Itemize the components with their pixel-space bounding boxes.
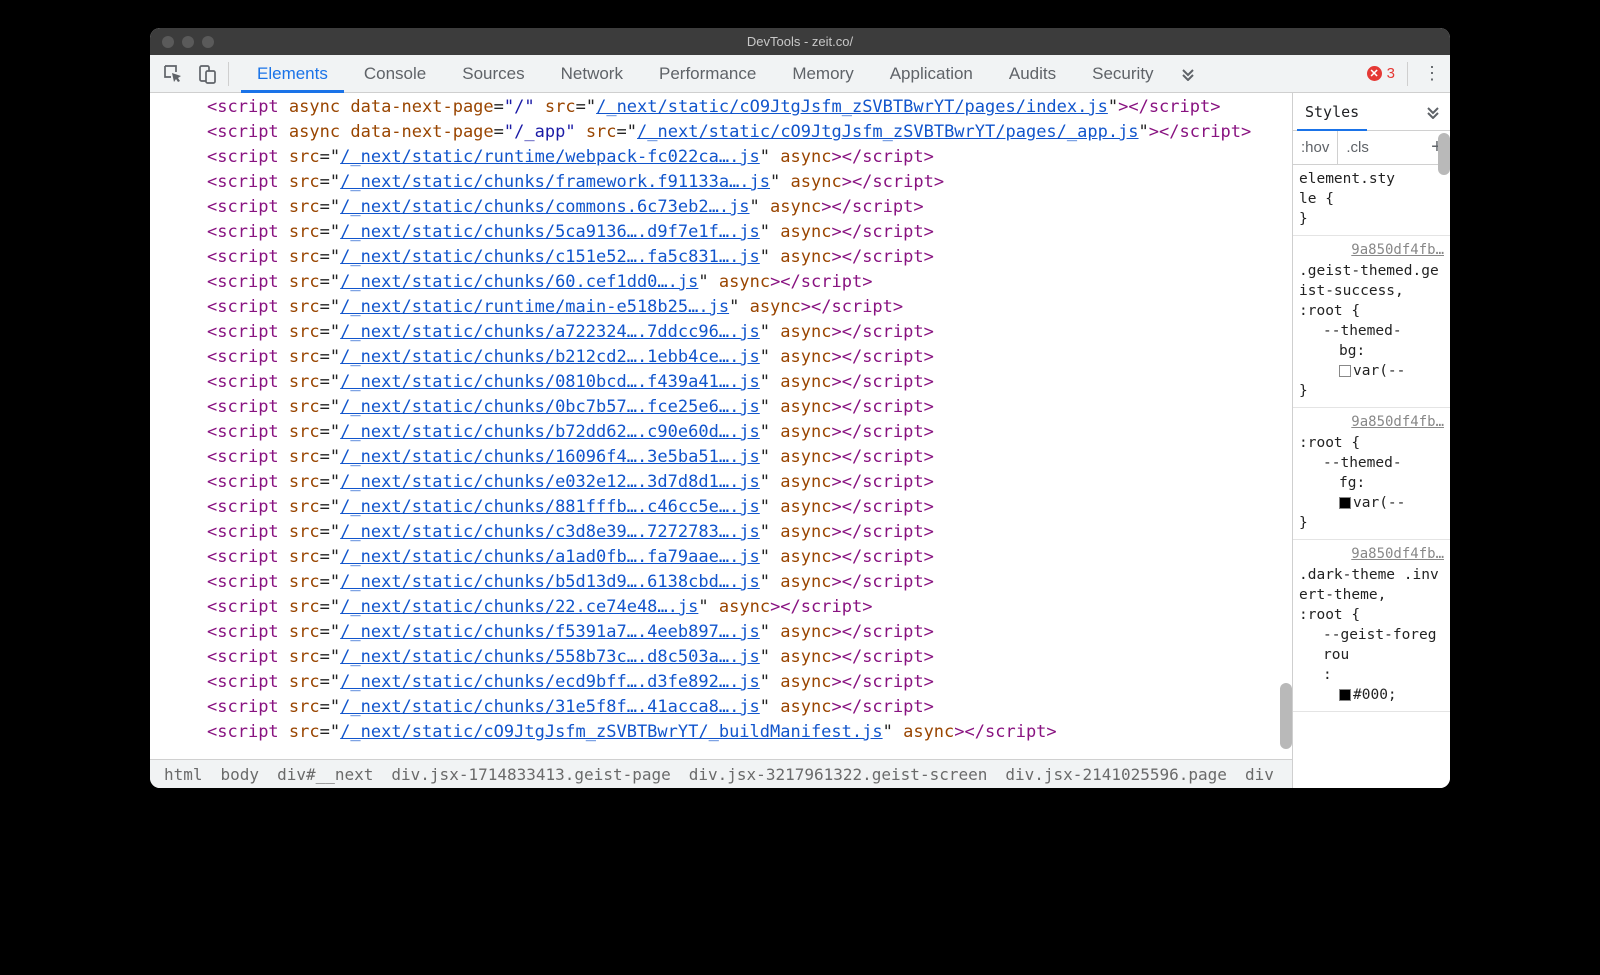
dom-node[interactable]: <script src="/_next/static/chunks/0810bc…: [152, 370, 1292, 395]
dom-node[interactable]: <script src="/_next/static/chunks/a72232…: [152, 320, 1292, 345]
dom-node[interactable]: <script src="/_next/static/chunks/b72dd6…: [152, 420, 1292, 445]
dom-node[interactable]: <script src="/_next/static/chunks/22.ce7…: [152, 595, 1292, 620]
dom-node[interactable]: <script src="/_next/static/runtime/main-…: [152, 295, 1292, 320]
styles-panel: Styles :hov .cls + element.style {}9a850…: [1292, 93, 1450, 788]
dom-breadcrumbs[interactable]: html body div#__next div.jsx-1714833413.gei…: [150, 759, 1292, 788]
tab-audits[interactable]: Audits: [991, 55, 1074, 92]
styles-tab[interactable]: Styles: [1293, 93, 1371, 130]
hover-toggle[interactable]: :hov: [1293, 131, 1338, 164]
dom-node[interactable]: <script src="/_next/static/chunks/ecd9bf…: [152, 670, 1292, 695]
device-toggle-icon[interactable]: [190, 55, 224, 92]
more-tabs-icon[interactable]: [1172, 55, 1204, 92]
close-dot[interactable]: [162, 36, 174, 48]
rule-source[interactable]: 9a850df4fb…: [1299, 240, 1444, 260]
panel-tabs: ElementsConsoleSourcesNetworkPerformance…: [239, 55, 1172, 92]
dom-node[interactable]: <script src="/_next/static/chunks/b212cd…: [152, 345, 1292, 370]
tab-application[interactable]: Application: [872, 55, 991, 92]
tab-network[interactable]: Network: [543, 55, 641, 92]
window-title: DevTools - zeit.co/: [150, 34, 1450, 49]
dom-node[interactable]: <script src="/_next/static/chunks/60.cef…: [152, 270, 1292, 295]
error-count: 3: [1387, 65, 1395, 82]
error-badge[interactable]: ✕ 3: [1367, 65, 1395, 82]
dom-node[interactable]: <script src="/_next/static/chunks/c3d8e3…: [152, 520, 1292, 545]
tab-memory[interactable]: Memory: [774, 55, 871, 92]
dom-node[interactable]: <script src="/_next/static/chunks/a1ad0f…: [152, 545, 1292, 570]
error-icon: ✕: [1367, 66, 1382, 81]
dom-node[interactable]: <script src="/_next/static/chunks/0bc7b5…: [152, 395, 1292, 420]
style-rule[interactable]: element.style {}: [1293, 165, 1450, 236]
dom-node[interactable]: <script src="/_next/static/chunks/e032e1…: [152, 470, 1292, 495]
styles-scrollbar[interactable]: [1438, 133, 1450, 175]
tab-sources[interactable]: Sources: [444, 55, 542, 92]
style-rule[interactable]: 9a850df4fb….dark-theme .invert-theme, :r…: [1293, 540, 1450, 712]
tab-performance[interactable]: Performance: [641, 55, 774, 92]
dom-node[interactable]: <script src="/_next/static/chunks/c151e5…: [152, 245, 1292, 270]
minimize-dot[interactable]: [182, 36, 194, 48]
window-controls: [150, 36, 214, 48]
tab-elements[interactable]: Elements: [239, 55, 346, 92]
breadcrumb-segment[interactable]: div.jsx-2141025596.page: [1005, 765, 1227, 784]
inspect-icon[interactable]: [156, 55, 190, 92]
dom-node[interactable]: <script src="/_next/static/cO9JtgJsfm_zS…: [152, 720, 1292, 745]
dom-node[interactable]: <script src="/_next/static/chunks/common…: [152, 195, 1292, 220]
dom-node[interactable]: <script src="/_next/static/chunks/16096f…: [152, 445, 1292, 470]
style-rules[interactable]: element.style {}9a850df4fb….geist-themed…: [1293, 165, 1450, 788]
rule-source[interactable]: 9a850df4fb…: [1299, 412, 1444, 432]
dom-node[interactable]: <script async data-next-page="/" src="/_…: [152, 95, 1292, 120]
elements-source[interactable]: <script async data-next-page="/" src="/_…: [150, 93, 1292, 759]
dom-node[interactable]: <script src="/_next/static/chunks/b5d13d…: [152, 570, 1292, 595]
breadcrumb-segment[interactable]: div.jsx-3217961322.geist-screen: [689, 765, 988, 784]
style-rule[interactable]: 9a850df4fb….geist-themed.geist-success, …: [1293, 236, 1450, 408]
cls-toggle[interactable]: .cls: [1338, 131, 1377, 164]
dom-node[interactable]: <script async data-next-page="/_app" src…: [152, 120, 1292, 145]
dom-node[interactable]: <script src="/_next/static/chunks/5ca913…: [152, 220, 1292, 245]
styles-filter-row: :hov .cls +: [1293, 131, 1450, 165]
dom-node[interactable]: <script src="/_next/static/chunks/558b73…: [152, 645, 1292, 670]
breadcrumb-segment[interactable]: div#__next: [277, 765, 373, 784]
menu-icon[interactable]: ⋮: [1420, 63, 1444, 84]
zoom-dot[interactable]: [202, 36, 214, 48]
breadcrumb-segment[interactable]: div: [1245, 765, 1274, 784]
tab-console[interactable]: Console: [346, 55, 444, 92]
dom-node[interactable]: <script src="/_next/static/runtime/webpa…: [152, 145, 1292, 170]
breadcrumb-segment[interactable]: div.jsx-1714833413.geist-page: [391, 765, 670, 784]
dom-node[interactable]: <script src="/_next/static/chunks/framew…: [152, 170, 1292, 195]
tab-security[interactable]: Security: [1074, 55, 1171, 92]
devtools-window: DevTools - zeit.co/ ElementsConsoleSourc…: [150, 28, 1450, 788]
dom-node[interactable]: <script src="/_next/static/chunks/881fff…: [152, 495, 1292, 520]
source-scrollbar[interactable]: [1280, 683, 1292, 749]
titlebar: DevTools - zeit.co/: [150, 28, 1450, 55]
breadcrumb-segment[interactable]: html: [164, 765, 203, 784]
dom-node[interactable]: <script src="/_next/static/chunks/f5391a…: [152, 620, 1292, 645]
breadcrumb-segment[interactable]: body: [221, 765, 260, 784]
style-rule[interactable]: 9a850df4fb…:root {--themed-fg:var(--}: [1293, 408, 1450, 540]
rule-source[interactable]: 9a850df4fb…: [1299, 544, 1444, 564]
styles-more-tabs-icon[interactable]: [1416, 93, 1450, 130]
dom-node[interactable]: <script src="/_next/static/chunks/31e5f8…: [152, 695, 1292, 720]
devtools-toolbar: ElementsConsoleSourcesNetworkPerformance…: [150, 55, 1450, 93]
